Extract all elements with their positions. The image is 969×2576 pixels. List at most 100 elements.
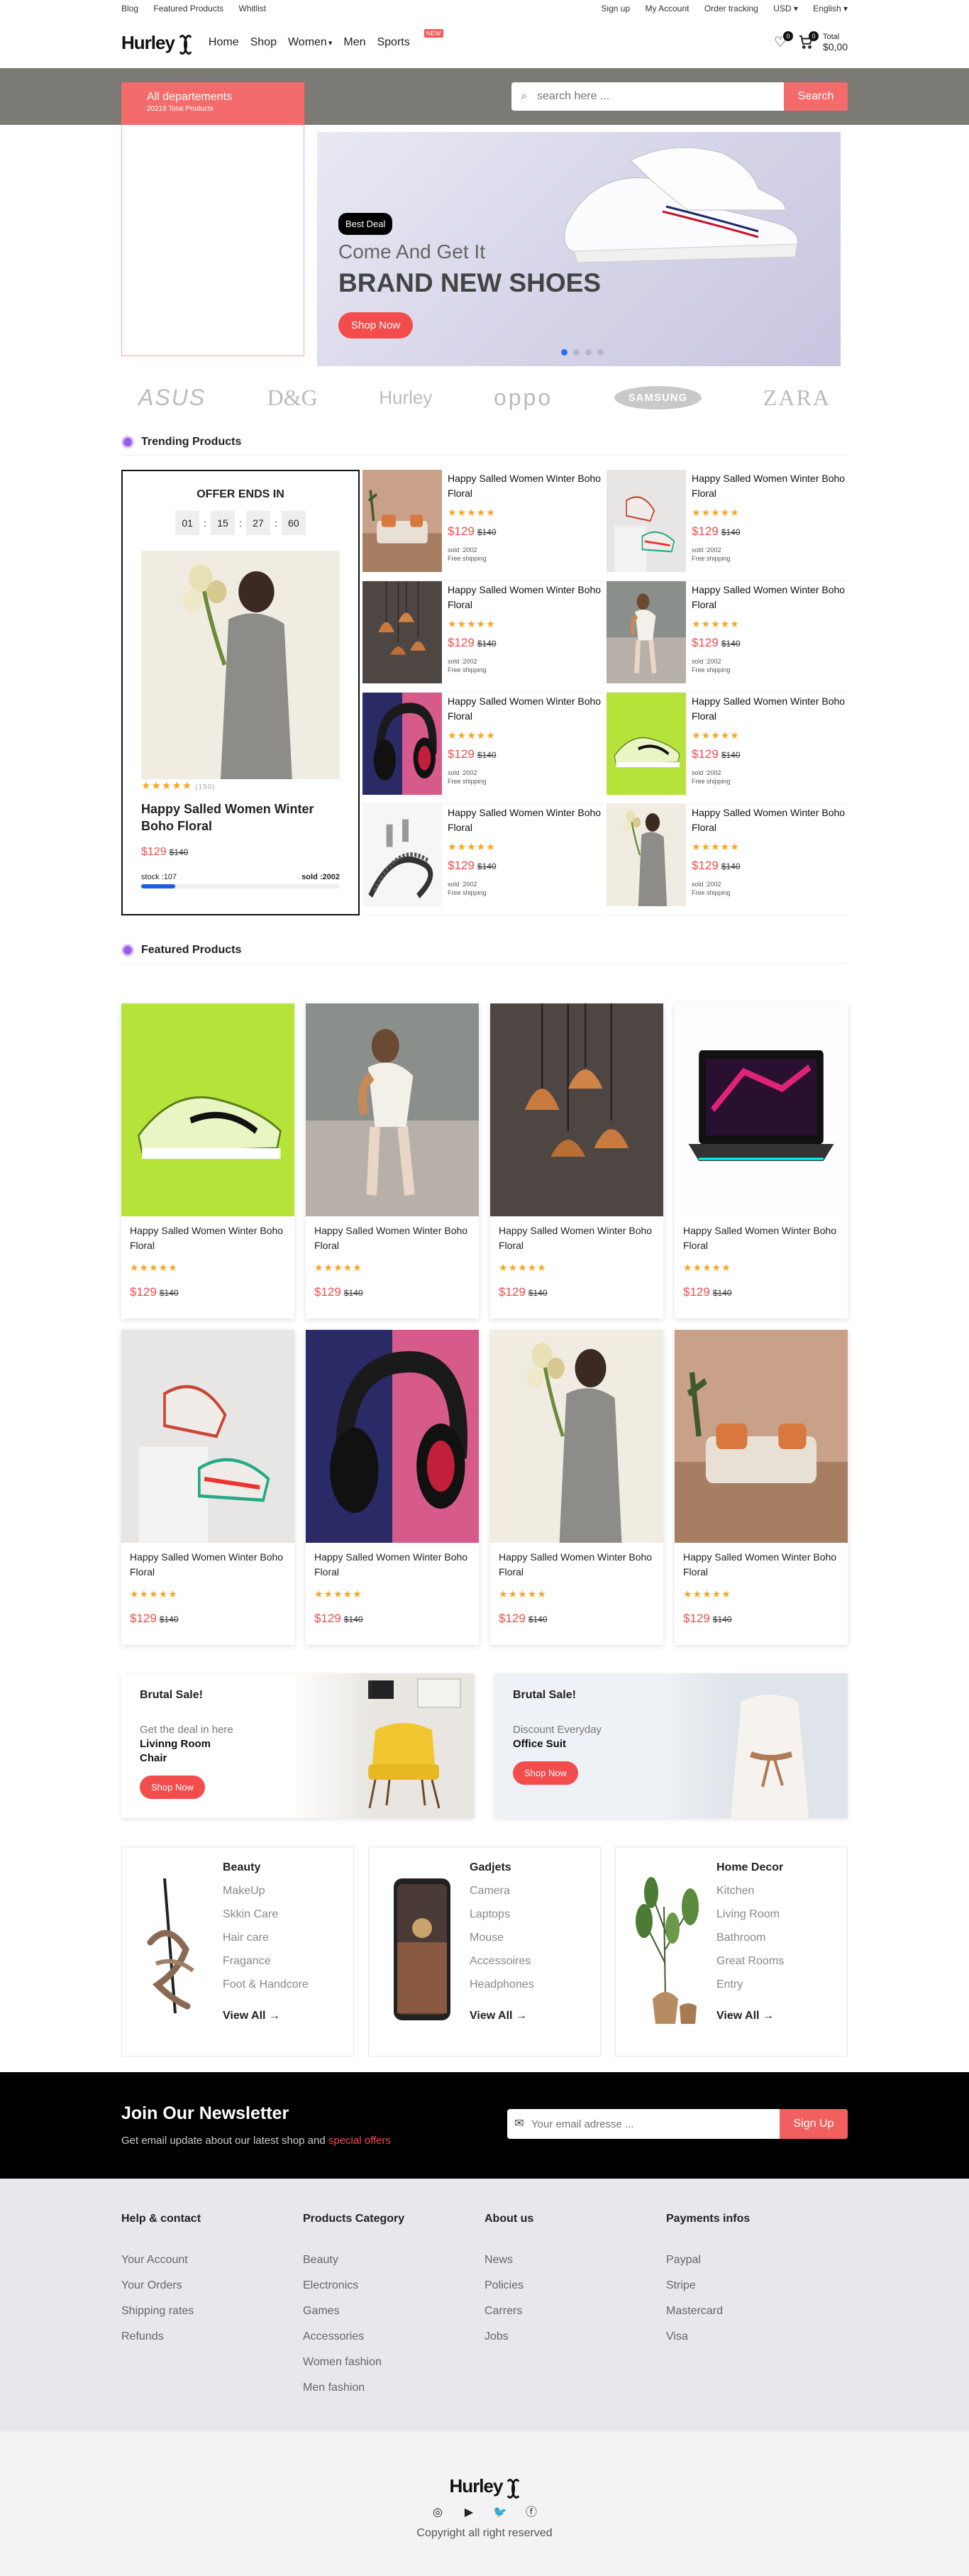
slider-dot[interactable]	[573, 349, 580, 356]
product-card[interactable]: Happy Salled Women Winter Boho Floral ★★★…	[490, 1003, 663, 1319]
footer-link[interactable]: Mastercard	[666, 2305, 848, 2318]
footer-link[interactable]: Visa	[666, 2330, 848, 2343]
trending-item[interactable]: Happy Salled Women Winter Boho Floral ★★★…	[362, 693, 604, 804]
category-link[interactable]: Fragance	[223, 1955, 309, 1968]
category-link[interactable]: Living Room	[716, 1908, 784, 1921]
sale-shop-now-button[interactable]: Shop Now	[513, 1761, 578, 1785]
departments-button[interactable]: All departements 20218 Total Products	[121, 82, 304, 125]
trending-item[interactable]: Happy Salled Women Winter Boho Floral ★★★…	[607, 581, 848, 693]
product-card[interactable]: Happy Salled Women Winter Boho Floral ★★★…	[675, 1003, 848, 1319]
footer-link[interactable]: Jobs	[484, 2330, 666, 2343]
search-button[interactable]: Search	[784, 82, 848, 111]
footer-link[interactable]: News	[484, 2254, 666, 2267]
brand-asus[interactable]: ASUS	[138, 385, 206, 411]
trending-item[interactable]: Happy Salled Women Winter Boho Floral ★★★…	[362, 470, 604, 581]
product-name: Happy Salled Women Winter Boho Floral	[448, 695, 602, 722]
top-link-whitlist[interactable]: Whitlist	[238, 4, 266, 13]
product-card[interactable]: Happy Salled Women Winter Boho Floral ★★★…	[675, 1330, 848, 1645]
category-link[interactable]: Hair care	[223, 1932, 309, 1944]
offer-card[interactable]: OFFER ENDS IN 01: 15: 27: 60 ★★★★★ (150) …	[121, 470, 360, 915]
brand-dg[interactable]: D&G	[267, 385, 318, 411]
brand-samsung[interactable]: SAMSUNG	[614, 385, 702, 409]
sale-banner-suit[interactable]: Brutal Sale! Discount Everyday Office Sui…	[494, 1673, 848, 1818]
footer-link[interactable]: Your Orders	[121, 2279, 303, 2292]
nav-women[interactable]: Women ▾	[288, 36, 332, 49]
sale-shop-now-button[interactable]: Shop Now	[140, 1776, 205, 1799]
currency-select[interactable]: USD ▾	[773, 4, 798, 13]
category-link[interactable]: Foot & Handcore	[223, 1978, 309, 1991]
facebook-icon[interactable]: ⓕ	[524, 2506, 538, 2520]
product-card[interactable]: Happy Salled Women Winter Boho Floral ★★★…	[306, 1330, 479, 1645]
top-link-blog[interactable]: Blog	[121, 4, 138, 13]
footer-link[interactable]: Stripe	[666, 2279, 848, 2292]
category-link[interactable]: Headphones	[470, 1978, 534, 1991]
category-link[interactable]: Skkin Care	[223, 1908, 309, 1921]
footer-logo[interactable]: Hurley	[0, 2475, 969, 2499]
search-input[interactable]	[537, 90, 784, 103]
category-link[interactable]: Kitchen	[716, 1885, 784, 1898]
category-link[interactable]: Great Rooms	[716, 1955, 784, 1968]
instagram-icon[interactable]: ◎	[431, 2506, 445, 2520]
footer-link[interactable]: Carrers	[484, 2305, 666, 2318]
category-link[interactable]: Bathroom	[716, 1932, 784, 1944]
category-link[interactable]: Camera	[470, 1885, 534, 1898]
footer-link[interactable]: Accessories	[303, 2330, 484, 2343]
product-price: $129 $140	[692, 747, 848, 761]
nav-sports[interactable]: Sports NEW	[377, 29, 443, 49]
top-link-account[interactable]: My Account	[645, 4, 689, 13]
view-all-link[interactable]: View All →	[223, 2010, 309, 2022]
brand-hurley[interactable]: Hurley	[379, 387, 432, 409]
youtube-icon[interactable]: ▶	[462, 2506, 476, 2520]
price-current: $129	[130, 1612, 157, 1625]
footer-link[interactable]: Refunds	[121, 2330, 303, 2343]
top-link-tracking[interactable]: Order tracking	[704, 4, 758, 13]
trending-item[interactable]: Happy Salled Women Winter Boho Floral ★★★…	[607, 693, 848, 804]
trending-item[interactable]: Happy Salled Women Winter Boho Floral ★★★…	[362, 804, 604, 915]
trending-item[interactable]: Happy Salled Women Winter Boho Floral ★★★…	[607, 470, 848, 581]
newsletter-signup-button[interactable]: Sign Up	[780, 2109, 848, 2139]
footer-link[interactable]: Games	[303, 2305, 484, 2318]
top-link-featured[interactable]: Featured Products	[153, 4, 223, 13]
view-all-link[interactable]: View All →	[470, 2010, 534, 2022]
category-link[interactable]: Laptops	[470, 1908, 534, 1921]
slider-dot[interactable]	[561, 349, 567, 356]
slider-dot[interactable]	[597, 349, 604, 356]
newsletter-email-input[interactable]	[531, 2109, 780, 2139]
product-card[interactable]: Happy Salled Women Winter Boho Floral ★★★…	[121, 1003, 294, 1319]
brand-oppo[interactable]: oppo	[494, 385, 553, 411]
footer-link[interactable]: Your Account	[121, 2254, 303, 2267]
brand-zara[interactable]: ZARA	[763, 385, 831, 411]
footer-link[interactable]: Men fashion	[303, 2382, 484, 2394]
sold-info: sold :2002 Free shipping	[448, 657, 604, 674]
stock-bar	[141, 884, 340, 888]
nav-men[interactable]: Men	[343, 36, 365, 49]
footer-link[interactable]: Women fashion	[303, 2356, 484, 2369]
twitter-icon[interactable]: 🐦	[493, 2506, 507, 2520]
nav-home[interactable]: Home	[209, 36, 239, 49]
wishlist-count: 0	[782, 31, 793, 41]
footer-link[interactable]: Beauty	[303, 2254, 484, 2267]
hero-shop-now-button[interactable]: Shop Now	[338, 312, 414, 338]
category-link[interactable]: Accessoires	[470, 1955, 534, 1968]
category-link[interactable]: MakeUp	[223, 1885, 309, 1898]
category-link[interactable]: Entry	[716, 1978, 784, 1991]
slider-dot[interactable]	[585, 349, 592, 356]
wishlist-button[interactable]: ♡ 0	[772, 31, 793, 51]
trending-item[interactable]: Happy Salled Women Winter Boho Floral ★★★…	[362, 581, 604, 693]
logo[interactable]: Hurley	[121, 32, 194, 55]
footer-link[interactable]: Electronics	[303, 2279, 484, 2292]
top-link-signup[interactable]: Sign up	[601, 4, 630, 13]
nav-shop[interactable]: Shop	[250, 36, 277, 49]
product-card[interactable]: Happy Salled Women Winter Boho Floral ★★★…	[121, 1330, 294, 1645]
category-link[interactable]: Mouse	[470, 1932, 534, 1944]
product-card[interactable]: Happy Salled Women Winter Boho Floral ★★★…	[306, 1003, 479, 1319]
product-card[interactable]: Happy Salled Women Winter Boho Floral ★★★…	[490, 1330, 663, 1645]
footer-link[interactable]: Paypal	[666, 2254, 848, 2267]
footer-link[interactable]: Policies	[484, 2279, 666, 2292]
footer-link[interactable]: Shipping rates	[121, 2305, 303, 2318]
language-select[interactable]: English ▾	[813, 4, 848, 13]
view-all-link[interactable]: View All →	[716, 2010, 784, 2022]
sale-banner-chair[interactable]: Brutal Sale! Get the deal in here Livinng…	[121, 1673, 475, 1818]
trending-item[interactable]: Happy Salled Women Winter Boho Floral ★★★…	[607, 804, 848, 915]
cart-button[interactable]: 0	[797, 31, 819, 51]
